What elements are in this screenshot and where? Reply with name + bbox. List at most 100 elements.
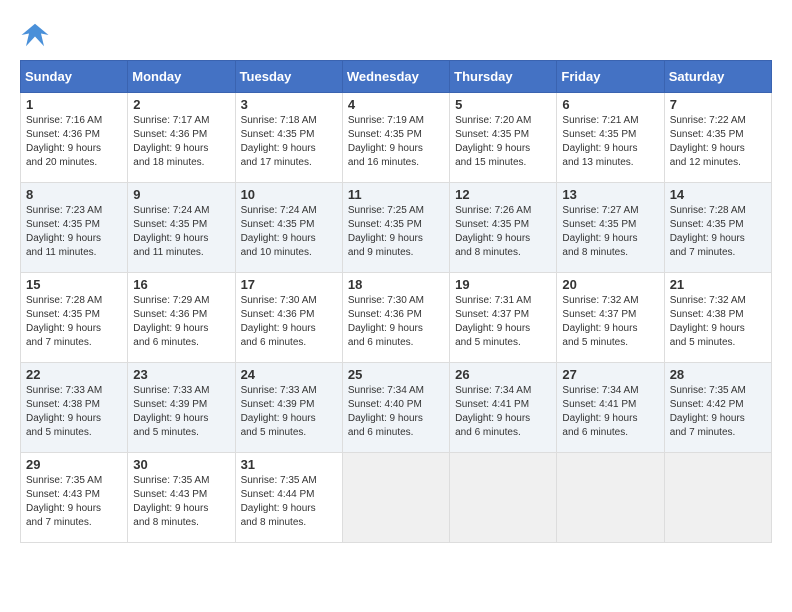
calendar-header: SundayMondayTuesdayWednesdayThursdayFrid… [21,61,772,93]
day-number: 9 [133,187,229,202]
calendar-cell: 12 Sunrise: 7:26 AM Sunset: 4:35 PM Dayli… [450,183,557,273]
calendar-cell: 1 Sunrise: 7:16 AM Sunset: 4:36 PM Daylig… [21,93,128,183]
header-day-thursday: Thursday [450,61,557,93]
day-number: 8 [26,187,122,202]
day-number: 23 [133,367,229,382]
logo [20,20,54,50]
day-info: Sunrise: 7:23 AM Sunset: 4:35 PM Dayligh… [26,204,122,260]
day-number: 25 [348,367,444,382]
calendar-cell: 4 Sunrise: 7:19 AM Sunset: 4:35 PM Daylig… [342,93,449,183]
calendar-week-1: 1 Sunrise: 7:16 AM Sunset: 4:36 PM Daylig… [21,93,772,183]
calendar-cell: 11Sunrise: 7:25 AM Sunset: 4:35 PM Dayli… [342,183,449,273]
day-number: 29 [26,457,122,472]
day-info: Sunrise: 7:19 AM Sunset: 4:35 PM Dayligh… [348,114,444,170]
day-info: Sunrise: 7:32 AM Sunset: 4:38 PM Dayligh… [670,294,766,350]
calendar-cell: 5 Sunrise: 7:20 AM Sunset: 4:35 PM Daylig… [450,93,557,183]
day-number: 31 [241,457,337,472]
day-info: Sunrise: 7:17 AM Sunset: 4:36 PM Dayligh… [133,114,229,170]
calendar-cell: 18 Sunrise: 7:30 AM Sunset: 4:36 PM Dayli… [342,273,449,363]
calendar-cell: 2 Sunrise: 7:17 AM Sunset: 4:36 PM Daylig… [128,93,235,183]
day-number: 1 [26,97,122,112]
day-info: Sunrise: 7:35 AM Sunset: 4:43 PM Dayligh… [26,474,122,530]
header-day-sunday: Sunday [21,61,128,93]
day-info: Sunrise: 7:27 AM Sunset: 4:35 PM Dayligh… [562,204,658,260]
day-info: Sunrise: 7:35 AM Sunset: 4:43 PM Dayligh… [133,474,229,530]
day-info: Sunrise: 7:26 AM Sunset: 4:35 PM Dayligh… [455,204,551,260]
day-number: 10 [241,187,337,202]
header [20,20,772,50]
day-info: Sunrise: 7:33 AM Sunset: 4:39 PM Dayligh… [241,384,337,440]
day-number: 18 [348,277,444,292]
day-info: Sunrise: 7:30 AM Sunset: 4:36 PM Dayligh… [348,294,444,350]
day-info: Sunrise: 7:20 AM Sunset: 4:35 PM Dayligh… [455,114,551,170]
calendar-cell: 19Sunrise: 7:31 AM Sunset: 4:37 PM Dayli… [450,273,557,363]
header-day-tuesday: Tuesday [235,61,342,93]
header-day-monday: Monday [128,61,235,93]
calendar-cell: 31 Sunrise: 7:35 AM Sunset: 4:44 PM Dayli… [235,453,342,543]
calendar-week-3: 15Sunrise: 7:28 AM Sunset: 4:35 PM Dayli… [21,273,772,363]
calendar-cell: 3 Sunrise: 7:18 AM Sunset: 4:35 PM Daylig… [235,93,342,183]
day-info: Sunrise: 7:25 AM Sunset: 4:35 PM Dayligh… [348,204,444,260]
header-row: SundayMondayTuesdayWednesdayThursdayFrid… [21,61,772,93]
day-number: 2 [133,97,229,112]
calendar-cell [450,453,557,543]
day-number: 30 [133,457,229,472]
day-info: Sunrise: 7:22 AM Sunset: 4:35 PM Dayligh… [670,114,766,170]
day-info: Sunrise: 7:30 AM Sunset: 4:36 PM Dayligh… [241,294,337,350]
calendar-week-5: 29 Sunrise: 7:35 AM Sunset: 4:43 PM Dayli… [21,453,772,543]
calendar-cell: 20 Sunrise: 7:32 AM Sunset: 4:37 PM Dayli… [557,273,664,363]
day-info: Sunrise: 7:32 AM Sunset: 4:37 PM Dayligh… [562,294,658,350]
day-info: Sunrise: 7:16 AM Sunset: 4:36 PM Dayligh… [26,114,122,170]
day-number: 15 [26,277,122,292]
calendar-cell: 16 Sunrise: 7:29 AM Sunset: 4:36 PM Dayli… [128,273,235,363]
day-info: Sunrise: 7:35 AM Sunset: 4:44 PM Dayligh… [241,474,337,530]
day-number: 3 [241,97,337,112]
day-number: 13 [562,187,658,202]
header-day-friday: Friday [557,61,664,93]
day-info: Sunrise: 7:18 AM Sunset: 4:35 PM Dayligh… [241,114,337,170]
calendar-cell [664,453,771,543]
day-number: 7 [670,97,766,112]
calendar-cell: 30 Sunrise: 7:35 AM Sunset: 4:43 PM Dayli… [128,453,235,543]
calendar-cell: 25 Sunrise: 7:34 AM Sunset: 4:40 PM Dayli… [342,363,449,453]
day-info: Sunrise: 7:29 AM Sunset: 4:36 PM Dayligh… [133,294,229,350]
calendar-week-2: 8 Sunrise: 7:23 AM Sunset: 4:35 PM Daylig… [21,183,772,273]
calendar-cell: 21 Sunrise: 7:32 AM Sunset: 4:38 PM Dayli… [664,273,771,363]
logo-bird-icon [20,20,50,50]
day-number: 16 [133,277,229,292]
day-number: 24 [241,367,337,382]
calendar-cell: 23 Sunrise: 7:33 AM Sunset: 4:39 PM Dayli… [128,363,235,453]
calendar-cell: 6Sunrise: 7:21 AM Sunset: 4:35 PM Daylig… [557,93,664,183]
day-info: Sunrise: 7:24 AM Sunset: 4:35 PM Dayligh… [241,204,337,260]
calendar-body: 1 Sunrise: 7:16 AM Sunset: 4:36 PM Daylig… [21,93,772,543]
calendar-cell: 28 Sunrise: 7:35 AM Sunset: 4:42 PM Dayli… [664,363,771,453]
calendar-table: SundayMondayTuesdayWednesdayThursdayFrid… [20,60,772,543]
calendar-cell: 15Sunrise: 7:28 AM Sunset: 4:35 PM Dayli… [21,273,128,363]
calendar-cell: 9Sunrise: 7:24 AM Sunset: 4:35 PM Daylig… [128,183,235,273]
day-number: 26 [455,367,551,382]
calendar-cell: 7 Sunrise: 7:22 AM Sunset: 4:35 PM Daylig… [664,93,771,183]
day-number: 12 [455,187,551,202]
day-info: Sunrise: 7:21 AM Sunset: 4:35 PM Dayligh… [562,114,658,170]
day-number: 20 [562,277,658,292]
day-number: 28 [670,367,766,382]
calendar-cell: 29 Sunrise: 7:35 AM Sunset: 4:43 PM Dayli… [21,453,128,543]
day-info: Sunrise: 7:33 AM Sunset: 4:39 PM Dayligh… [133,384,229,440]
day-number: 5 [455,97,551,112]
day-info: Sunrise: 7:31 AM Sunset: 4:37 PM Dayligh… [455,294,551,350]
calendar-week-4: 22Sunrise: 7:33 AM Sunset: 4:38 PM Dayli… [21,363,772,453]
day-number: 21 [670,277,766,292]
day-info: Sunrise: 7:34 AM Sunset: 4:40 PM Dayligh… [348,384,444,440]
calendar-cell: 22Sunrise: 7:33 AM Sunset: 4:38 PM Dayli… [21,363,128,453]
calendar-cell: 13 Sunrise: 7:27 AM Sunset: 4:35 PM Dayli… [557,183,664,273]
day-info: Sunrise: 7:34 AM Sunset: 4:41 PM Dayligh… [562,384,658,440]
day-number: 4 [348,97,444,112]
header-day-saturday: Saturday [664,61,771,93]
calendar-cell [557,453,664,543]
day-info: Sunrise: 7:35 AM Sunset: 4:42 PM Dayligh… [670,384,766,440]
calendar-cell: 8 Sunrise: 7:23 AM Sunset: 4:35 PM Daylig… [21,183,128,273]
day-info: Sunrise: 7:34 AM Sunset: 4:41 PM Dayligh… [455,384,551,440]
calendar-cell: 24 Sunrise: 7:33 AM Sunset: 4:39 PM Dayli… [235,363,342,453]
calendar-cell: 26 Sunrise: 7:34 AM Sunset: 4:41 PM Dayli… [450,363,557,453]
calendar-cell: 27Sunrise: 7:34 AM Sunset: 4:41 PM Dayli… [557,363,664,453]
